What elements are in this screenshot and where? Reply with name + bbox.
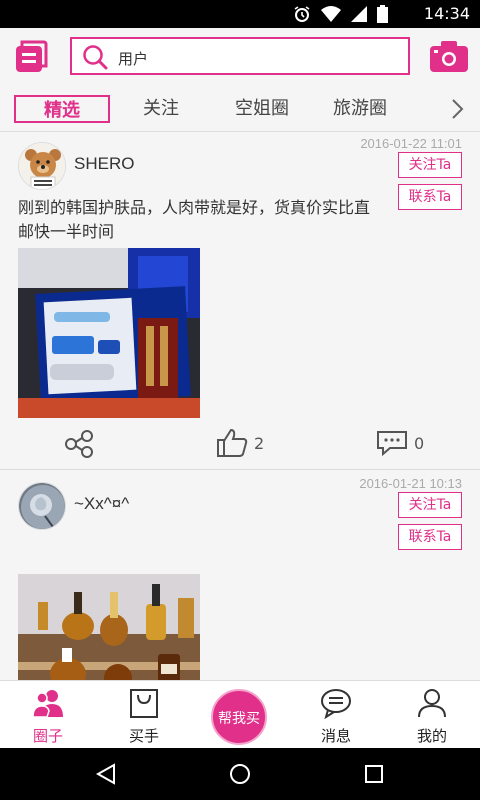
post-image[interactable] bbox=[18, 248, 200, 418]
back-icon[interactable] bbox=[94, 762, 118, 786]
tab-featured[interactable]: 精选 bbox=[14, 95, 110, 123]
system-nav-bar bbox=[0, 748, 480, 800]
top-bar: 用户 bbox=[0, 28, 480, 86]
post-actions: 2 0 bbox=[0, 424, 480, 464]
wifi-icon bbox=[321, 6, 341, 22]
like-count: 2 bbox=[254, 434, 265, 453]
username[interactable]: ~Xx^¤^ bbox=[74, 494, 129, 514]
post-date: 2016-01-21 10:13 bbox=[359, 476, 462, 491]
liquor-bottles-image bbox=[18, 574, 200, 680]
help-me-buy-button[interactable]: 帮我买 bbox=[211, 689, 267, 745]
nav-me[interactable]: 我的 bbox=[384, 681, 480, 749]
nav-buyers[interactable]: 买手 bbox=[96, 681, 192, 749]
post-card: ~Xx^¤^ 2016-01-21 10:13 关注Ta 联系Ta bbox=[0, 472, 480, 680]
follow-button[interactable]: 关注Ta bbox=[398, 152, 462, 178]
nav-me-label: 我的 bbox=[416, 727, 447, 745]
nav-circle-label: 圈子 bbox=[32, 727, 63, 745]
home-icon[interactable] bbox=[228, 762, 252, 786]
category-tabs: 精选 关注 空姐圈 旅游圈 bbox=[0, 86, 480, 132]
thumbs-up-icon[interactable] bbox=[216, 428, 248, 458]
comment-count: 0 bbox=[414, 434, 425, 453]
people-icon bbox=[32, 690, 63, 718]
menu-button[interactable] bbox=[14, 40, 48, 74]
follow-button[interactable]: 关注Ta bbox=[398, 492, 462, 518]
status-icons bbox=[293, 4, 388, 24]
post-text: 刚到的韩国护肤品，人肉带就是好，货真价实比直邮快一半时间 bbox=[18, 198, 371, 241]
chevron-right-icon[interactable] bbox=[448, 98, 466, 120]
shopping-bag-icon bbox=[130, 689, 158, 718]
tab-following[interactable]: 关注 bbox=[124, 95, 198, 123]
alarm-icon bbox=[294, 6, 310, 22]
clock: 14:34 bbox=[423, 4, 470, 23]
search-input[interactable]: 用户 bbox=[70, 37, 410, 75]
post-card: SHERO 2016-01-22 11:01 关注Ta 联系Ta 刚到的韩国护肤… bbox=[0, 132, 480, 470]
nav-buyers-label: 买手 bbox=[128, 727, 159, 745]
avatar[interactable] bbox=[18, 142, 66, 190]
search-icon bbox=[83, 45, 108, 70]
skincare-products-image bbox=[18, 248, 200, 418]
post-image[interactable] bbox=[18, 574, 200, 680]
message-icon bbox=[321, 689, 351, 719]
user-icon bbox=[418, 689, 446, 718]
search-placeholder: 用户 bbox=[118, 50, 149, 68]
camera-button[interactable] bbox=[430, 40, 468, 72]
nav-circle[interactable]: 圈子 bbox=[0, 681, 96, 749]
status-bar: 14:34 bbox=[0, 0, 480, 28]
avatar[interactable] bbox=[18, 482, 66, 530]
menu-icon bbox=[16, 40, 48, 72]
tab-travel[interactable]: 旅游圈 bbox=[320, 95, 400, 123]
nav-messages[interactable]: 消息 bbox=[288, 681, 384, 749]
feed[interactable]: SHERO 2016-01-22 11:01 关注Ta 联系Ta 刚到的韩国护肤… bbox=[0, 132, 480, 680]
nav-messages-label: 消息 bbox=[320, 727, 351, 745]
comment-icon[interactable] bbox=[376, 430, 408, 456]
tab-flight-attendants[interactable]: 空姐圈 bbox=[222, 95, 302, 123]
rose-avatar-image bbox=[19, 483, 65, 529]
battery-icon bbox=[377, 5, 388, 23]
signal-icon bbox=[351, 6, 367, 22]
bottom-nav: 圈子 买手 帮我买 消息 我的 bbox=[0, 680, 480, 748]
contact-button[interactable]: 联系Ta bbox=[398, 524, 462, 550]
recents-icon[interactable] bbox=[362, 762, 386, 786]
share-icon[interactable] bbox=[64, 430, 96, 458]
username[interactable]: SHERO bbox=[74, 154, 134, 174]
contact-button[interactable]: 联系Ta bbox=[398, 184, 462, 210]
camera-icon bbox=[430, 41, 468, 72]
bear-avatar-image bbox=[19, 143, 65, 189]
post-date: 2016-01-22 11:01 bbox=[360, 136, 462, 151]
